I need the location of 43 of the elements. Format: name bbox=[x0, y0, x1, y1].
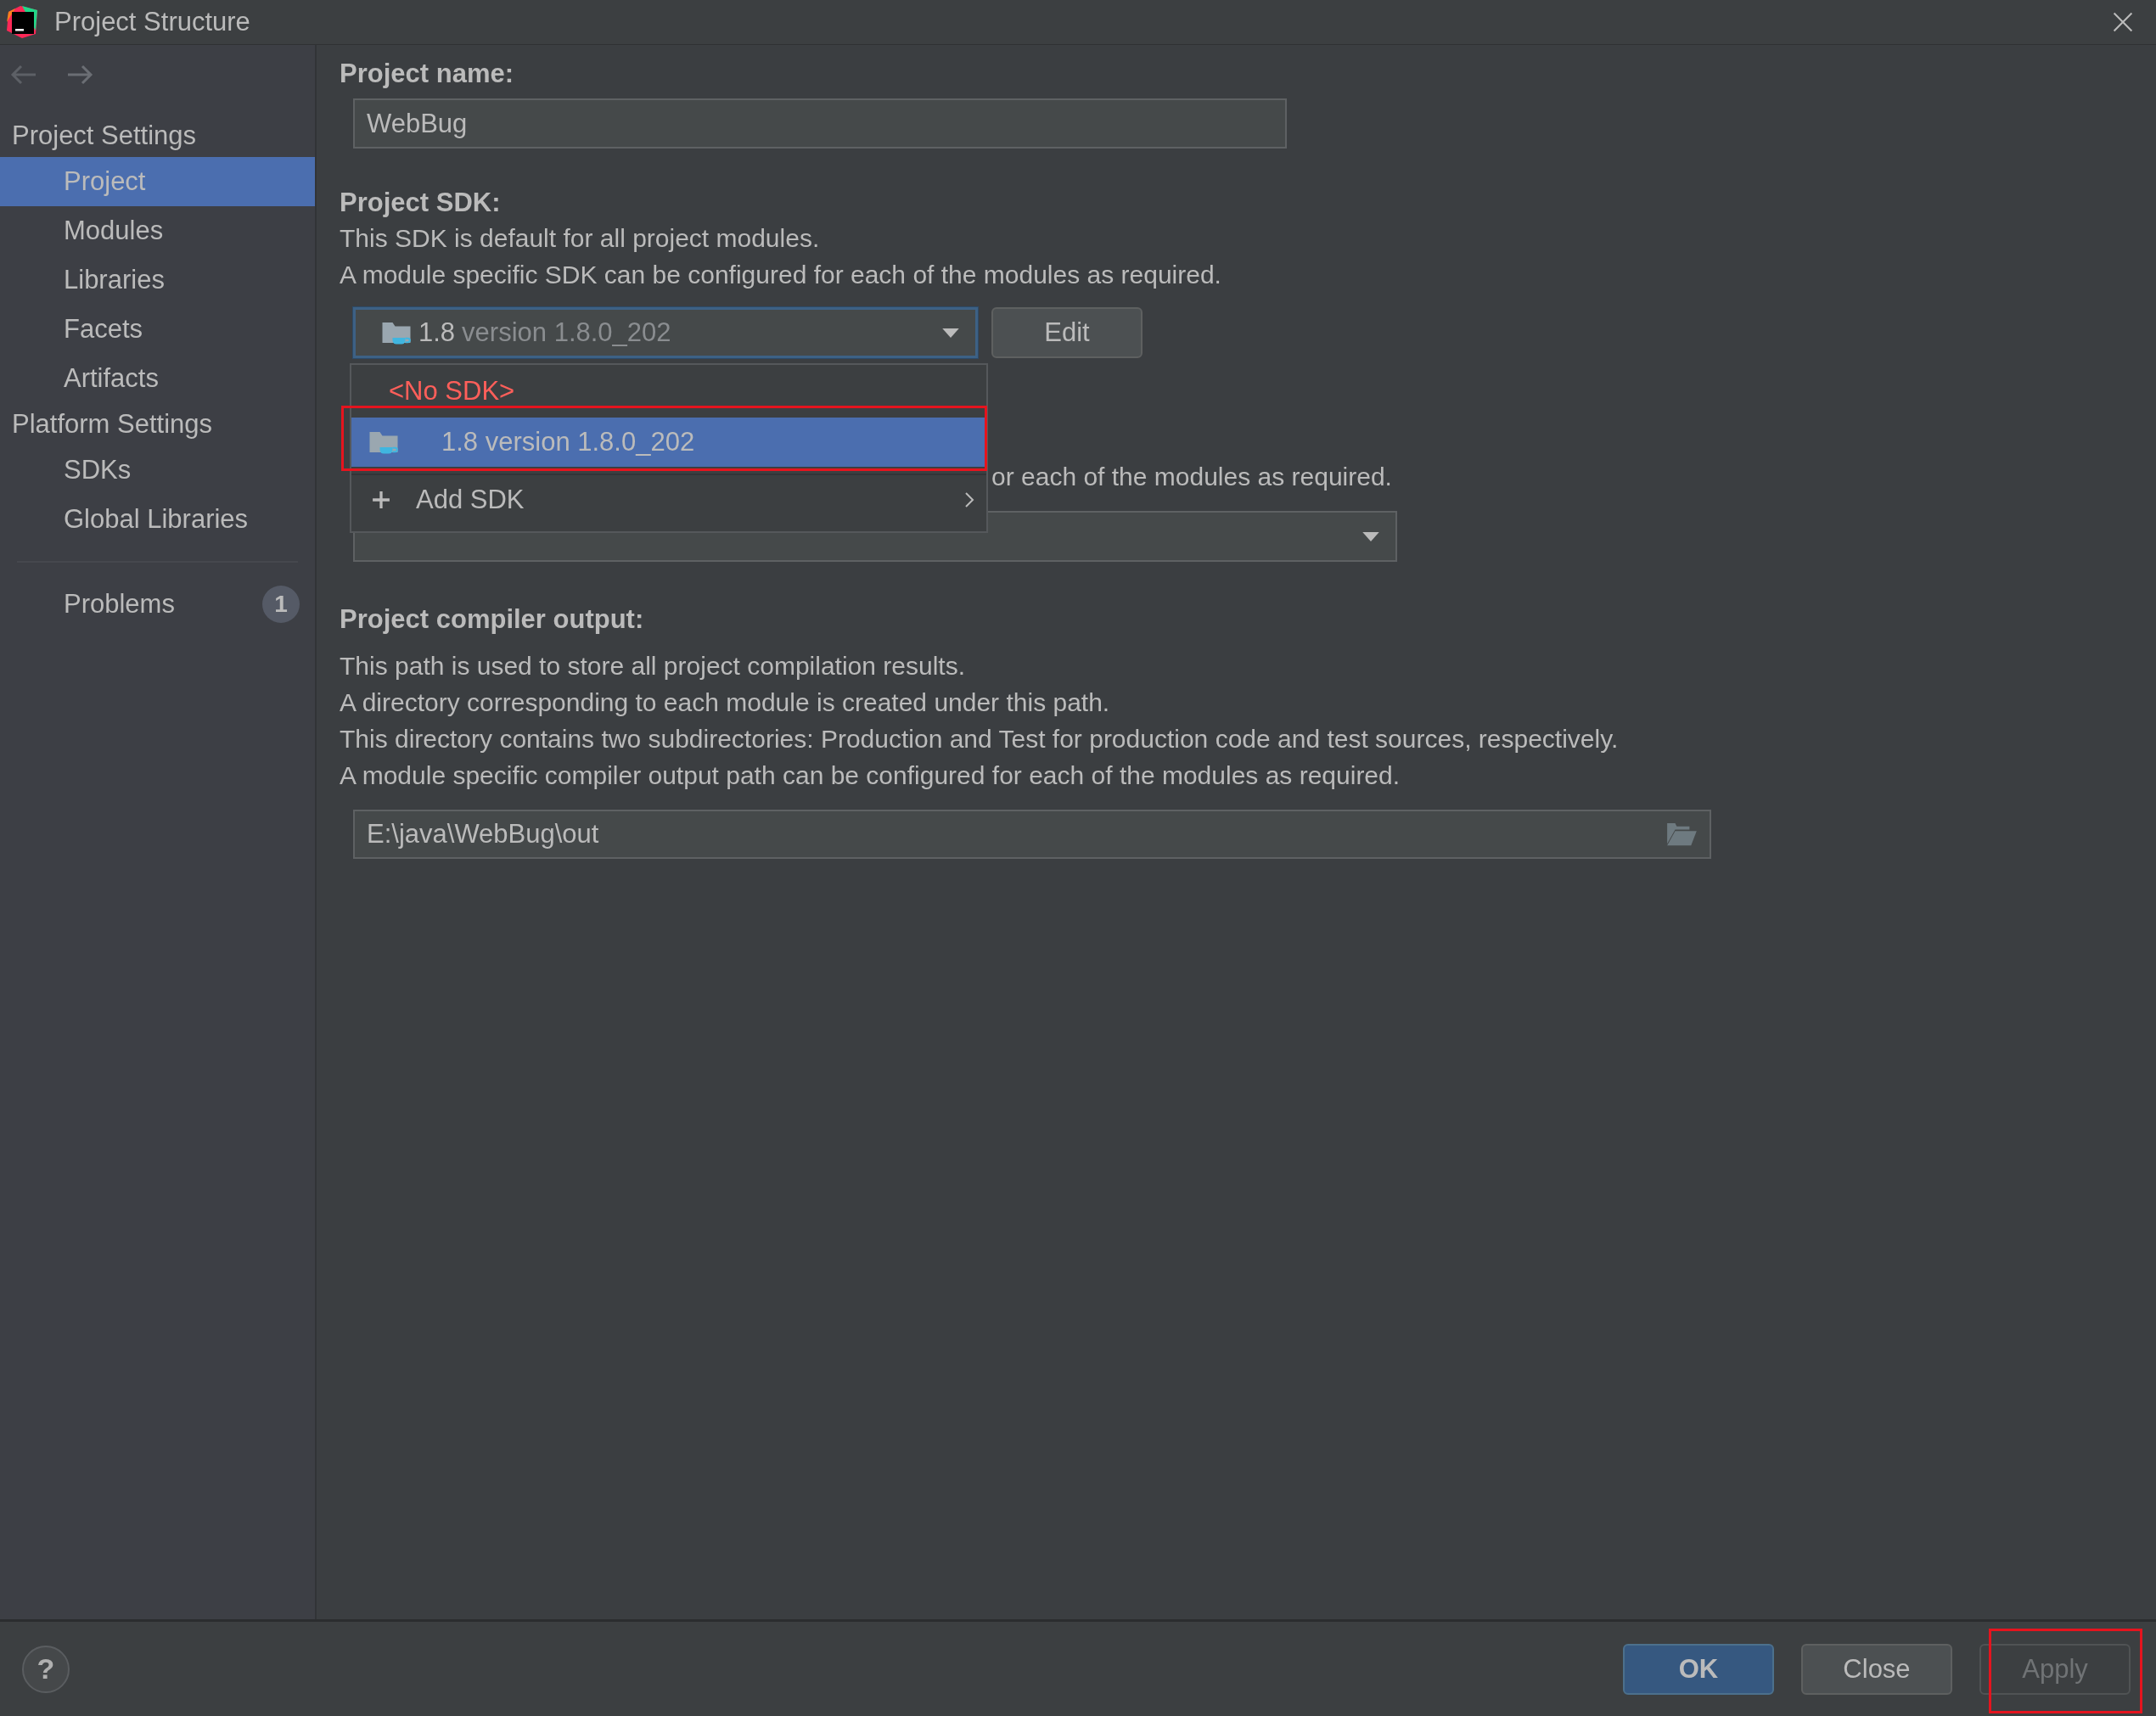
sdk-name: 1.8 bbox=[418, 317, 456, 348]
dialog-button[interactable]: OK bbox=[1623, 1643, 1774, 1695]
sidebar-item[interactable]: Project bbox=[0, 157, 315, 206]
sidebar-item[interactable]: Problems bbox=[64, 589, 262, 620]
sidebar-item[interactable]: Artifacts bbox=[0, 354, 315, 403]
description-text: or each of the modules as required. bbox=[991, 462, 1393, 492]
sidebar-item[interactable]: SDKs bbox=[0, 446, 315, 495]
description-text: A module specific compiler output path can be configured for each of the modules as required. bbox=[340, 760, 1401, 791]
close-icon[interactable] bbox=[2112, 11, 2134, 33]
help-button[interactable]: ? bbox=[22, 1645, 70, 1693]
app-logo-icon bbox=[5, 5, 39, 39]
menu-item[interactable]: <No SDK> bbox=[351, 367, 986, 416]
field-label: Project name: bbox=[340, 58, 514, 90]
count-badge: 1 bbox=[262, 586, 300, 623]
sidebar-item[interactable]: Facets bbox=[0, 305, 315, 354]
folder-cup-icon bbox=[381, 320, 412, 345]
description-text: This directory contains two subdirectories: Production and Test for production code and test sources, respectively. bbox=[340, 724, 1620, 754]
caret-icon bbox=[1362, 530, 1380, 542]
sidebar-item[interactable]: Global Libraries bbox=[0, 495, 315, 544]
dialog-button[interactable]: Close bbox=[1801, 1643, 1952, 1695]
menu-item[interactable]: Add SDK bbox=[351, 474, 986, 524]
window-title: Project Structure bbox=[54, 7, 251, 37]
edit-button[interactable]: Edit bbox=[991, 307, 1143, 358]
folder-icon[interactable] bbox=[1665, 822, 1698, 847]
plus-icon bbox=[372, 491, 390, 509]
path-field[interactable]: E:\java\WebBug\out bbox=[353, 810, 1711, 859]
sdk-dropdown[interactable]: 1.8 version 1.8.0_202 bbox=[353, 307, 978, 358]
chevron-right-icon bbox=[964, 491, 974, 508]
description-text: This path is used to store all project compilation results. bbox=[340, 651, 966, 681]
menu-item[interactable]: 1.8 version 1.8.0_202 bbox=[351, 418, 986, 467]
sidebar-item[interactable]: Libraries bbox=[0, 255, 315, 305]
field-label: Project compiler output: bbox=[340, 603, 645, 636]
sdk-version: version 1.8.0_202 bbox=[462, 317, 672, 348]
description-text: A directory corresponding to each module is created under this path. bbox=[340, 687, 1111, 718]
folder-cup-icon bbox=[368, 429, 399, 455]
field-label: Project SDK: bbox=[340, 187, 502, 219]
caret-icon bbox=[941, 327, 960, 339]
description-text: This SDK is default for all project modules. bbox=[340, 223, 821, 254]
section-header: Platform Settings bbox=[11, 408, 214, 440]
sidebar-item[interactable]: Modules bbox=[0, 206, 315, 255]
input-field[interactable]: WebBug bbox=[353, 98, 1287, 149]
description-text: A module specific SDK can be configured for each of the modules as required. bbox=[340, 260, 1222, 290]
section-header: Project Settings bbox=[11, 120, 198, 152]
